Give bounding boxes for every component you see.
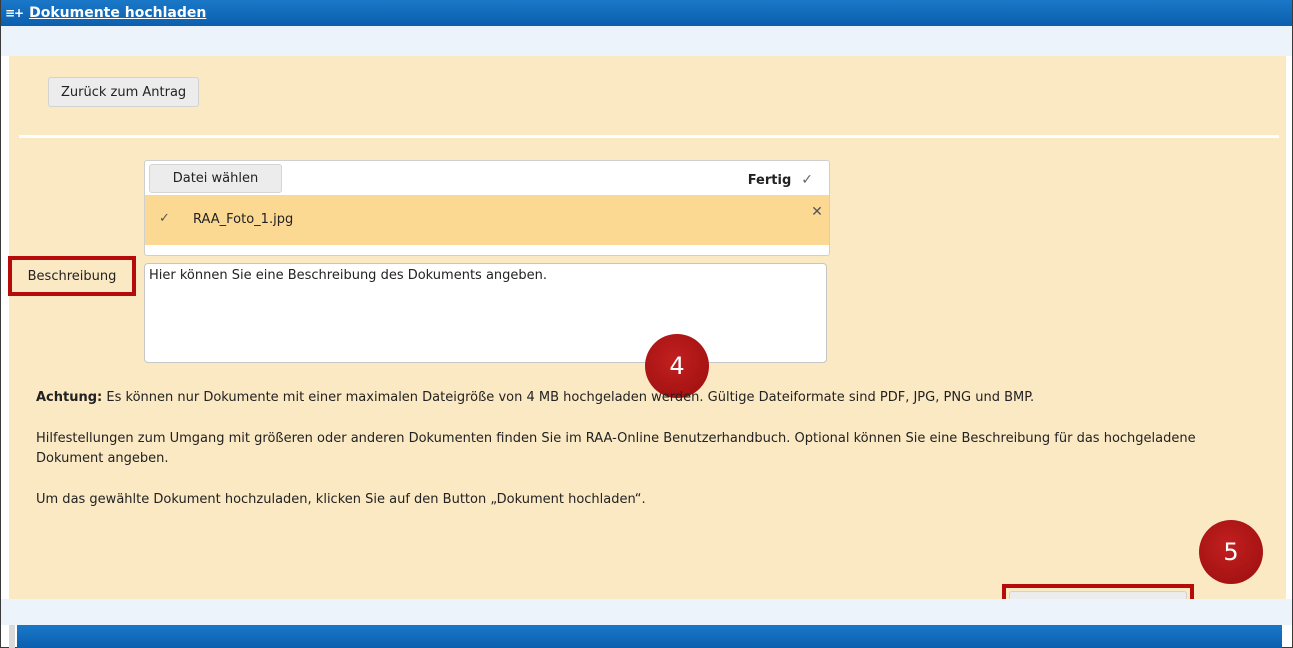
upload-status: Fertig ✓ [748,172,813,188]
footer-edge [9,625,15,648]
file-checkmark-icon: ✓ [159,211,170,226]
add-list-icon: ≡+ [5,6,24,20]
checkmark-icon: ✓ [801,172,813,188]
upload-panel: Zurück zum Antrag Datei wählen Fertig ✓ … [8,56,1286,628]
instruction-text: Um das gewählte Dokument hochzuladen, kl… [36,492,646,507]
file-name: RAA_Foto_1.jpg [193,212,294,227]
bottom-spacer-strip [1,599,1292,625]
help-text: Hilfestellungen zum Umgang mit größeren … [36,431,1196,466]
file-upload-widget: Datei wählen Fertig ✓ ✓ RAA_Foto_1.jpg ✕ [144,160,830,256]
description-textarea[interactable]: Hier können Sie eine Beschreibung des Do… [144,263,827,363]
remove-file-icon[interactable]: ✕ [809,204,825,220]
description-label: Beschreibung [8,256,136,296]
footer-bar [17,625,1282,648]
section-title-link[interactable]: Dokumente hochladen [29,5,206,21]
step-5-callout: 5 [1199,520,1263,584]
window-frame: ≡+ Dokumente hochladen Zurück zum Antrag… [0,0,1293,648]
size-warning-text: Achtung: Es können nur Dokumente mit ein… [36,388,1266,408]
warning-text: Es können nur Dokumente mit einer maxima… [102,390,1035,405]
section-header: ≡+ Dokumente hochladen [1,0,1292,26]
warning-label: Achtung: [36,390,103,405]
divider [19,135,1279,138]
upload-status-label: Fertig [747,172,792,188]
back-to-application-button[interactable]: Zurück zum Antrag [48,77,200,107]
choose-file-button[interactable]: Datei wählen [149,164,282,193]
top-spacer-strip [1,26,1292,56]
uploaded-file-row: ✓ RAA_Foto_1.jpg ✕ [145,195,829,245]
